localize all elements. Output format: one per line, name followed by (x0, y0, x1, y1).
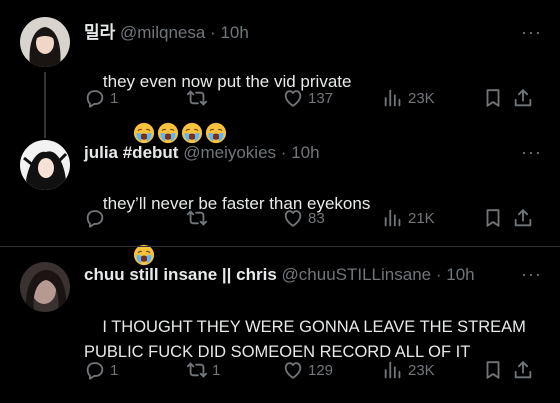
username[interactable]: @meiyokies (183, 143, 276, 162)
retweet-icon (186, 87, 208, 109)
heart-icon (282, 87, 304, 109)
views-count: 23K (408, 361, 435, 379)
separator-dot: · (280, 143, 287, 162)
like-count: 129 (308, 361, 334, 379)
thread-line (44, 72, 46, 124)
reply-button[interactable]: 1 (84, 358, 118, 382)
like-count: 83 (308, 209, 325, 227)
retweet-icon (186, 207, 208, 229)
views-button[interactable]: 21K (382, 206, 435, 230)
reply-button[interactable]: 1 (84, 86, 118, 110)
separator-dot: · (435, 265, 442, 284)
more-options-icon[interactable]: ··· (521, 23, 542, 41)
bookmark-button[interactable] (482, 206, 504, 230)
heart-icon (282, 207, 304, 229)
timestamp[interactable]: 10h (291, 143, 319, 162)
retweet-button[interactable] (186, 206, 212, 230)
bookmark-button[interactable] (482, 358, 504, 382)
retweet-count: 1 (212, 361, 221, 379)
views-count: 23K (408, 89, 435, 107)
views-button[interactable]: 23K (382, 358, 435, 382)
share-icon (512, 87, 534, 109)
views-icon (382, 207, 404, 229)
timestamp[interactable]: 10h (446, 265, 474, 284)
views-icon (382, 87, 404, 109)
share-icon (512, 359, 534, 381)
reply-icon (84, 87, 106, 109)
retweet-icon (186, 359, 208, 381)
reply-count: 1 (110, 361, 119, 379)
like-count: 137 (308, 89, 334, 107)
bookmark-icon (482, 87, 504, 109)
views-count: 21K (408, 209, 435, 227)
retweet-button[interactable] (186, 86, 212, 110)
bookmark-icon (482, 207, 504, 229)
timestamp[interactable]: 10h (220, 23, 248, 42)
views-button[interactable]: 23K (382, 86, 435, 110)
reply-count: 1 (110, 89, 119, 107)
tweet-2[interactable]: julia #debut @meiyokies · 10h ··· they’l… (0, 124, 560, 246)
action-bar: 83 21K (84, 206, 544, 230)
reply-button[interactable] (84, 206, 110, 230)
display-name[interactable]: 밀라 (84, 23, 115, 42)
more-options-icon[interactable]: ··· (521, 265, 542, 283)
tweet-header: 밀라 @milqnesa · 10h (84, 22, 249, 44)
avatar[interactable] (20, 140, 70, 190)
tweet-1[interactable]: 밀라 @milqnesa · 10h ··· they even now put… (0, 0, 560, 124)
share-icon (512, 207, 534, 229)
reply-icon (84, 207, 106, 229)
action-bar: 1 1 129 23K (84, 358, 544, 382)
retweet-button[interactable]: 1 (186, 358, 220, 382)
tweet-header: chuu still insane || chris @chuuSTILLins… (84, 264, 475, 286)
avatar[interactable] (20, 262, 70, 312)
separator-dot: · (210, 23, 216, 42)
share-button[interactable] (512, 206, 534, 230)
tweet-header: julia #debut @meiyokies · 10h (84, 142, 320, 164)
share-button[interactable] (512, 358, 534, 382)
like-button[interactable]: 137 (282, 86, 333, 110)
display-name[interactable]: chuu still insane || chris (84, 265, 277, 284)
username[interactable]: @chuuSTILLinsane (282, 265, 432, 284)
avatar[interactable] (20, 17, 70, 67)
like-button[interactable]: 83 (282, 206, 325, 230)
share-button[interactable] (512, 86, 534, 110)
heart-icon (282, 359, 304, 381)
tweet-text-content: I THOUGHT THEY WERE GONNA LEAVE THE STRE… (84, 318, 531, 361)
like-button[interactable]: 129 (282, 358, 333, 382)
more-options-icon[interactable]: ··· (521, 143, 542, 161)
bookmark-button[interactable] (482, 86, 504, 110)
bookmark-icon (482, 359, 504, 381)
display-name[interactable]: julia #debut (84, 143, 178, 162)
username[interactable]: @milqnesa (120, 23, 205, 42)
tweet-3[interactable]: chuu still insane || chris @chuuSTILLins… (0, 246, 560, 403)
thread-line (44, 124, 46, 138)
reply-icon (84, 359, 106, 381)
views-icon (382, 359, 404, 381)
action-bar: 1 137 23K (84, 86, 544, 110)
